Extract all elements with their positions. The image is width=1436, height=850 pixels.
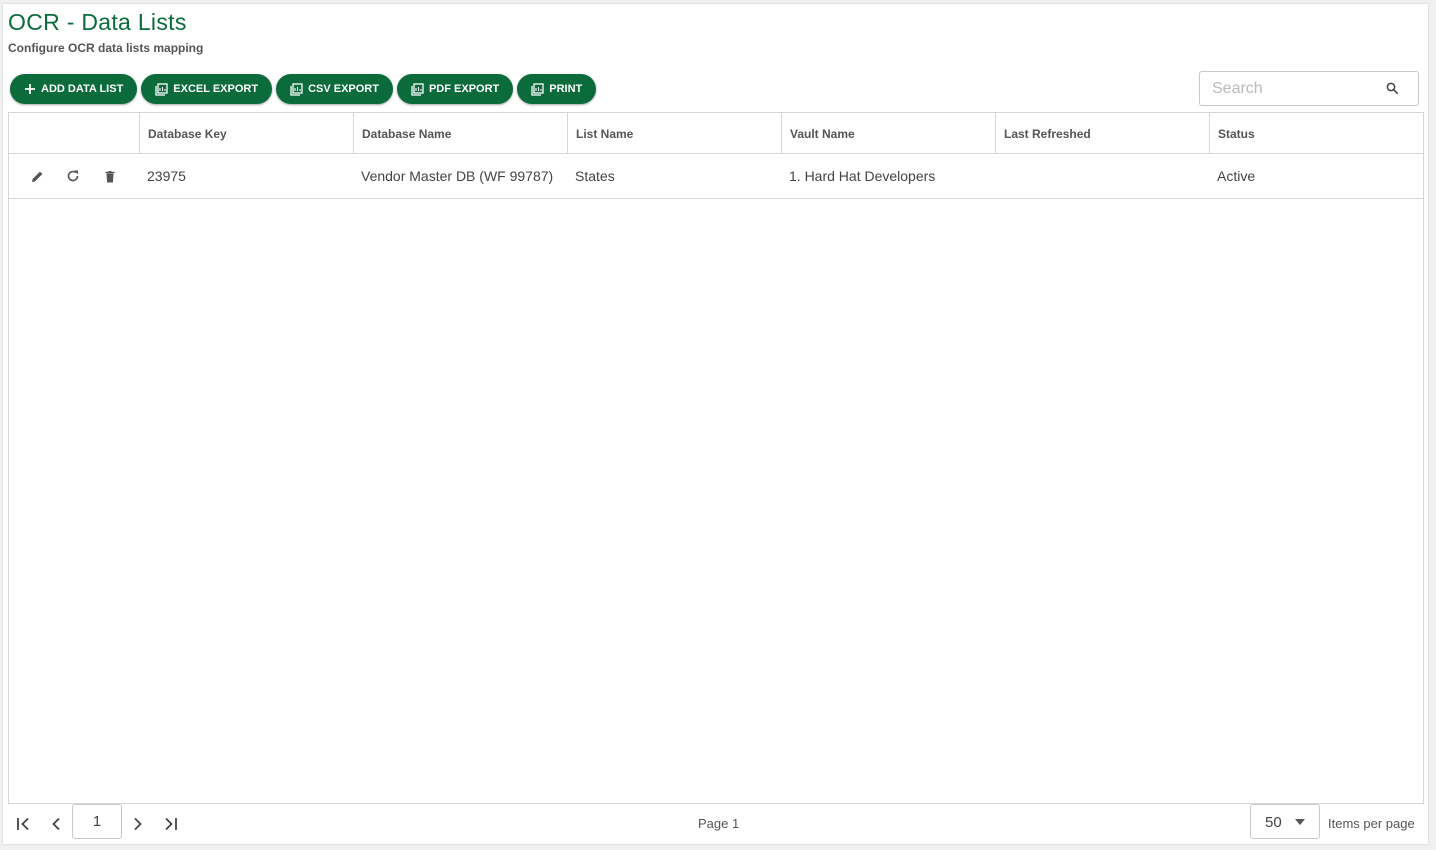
export-icon: [411, 82, 424, 96]
cell-list-name: States: [575, 168, 615, 184]
table-row[interactable]: 23975 Vendor Master DB (WF 99787) States…: [9, 154, 1423, 199]
export-icon: [531, 82, 544, 96]
column-header-list-name[interactable]: List Name: [567, 113, 781, 154]
plus-icon: [25, 84, 35, 94]
toolbar: ADD DATA LIST EXCEL EXPORT CSV EXPORT PD…: [10, 74, 597, 104]
cell-status: Active: [1217, 168, 1256, 184]
search-icon[interactable]: [1386, 82, 1399, 95]
cell-database-name: Vendor Master DB (WF 99787): [353, 154, 567, 198]
csv-export-button[interactable]: CSV EXPORT: [276, 74, 393, 104]
cell-last-refreshed: [995, 154, 1209, 198]
last-page-icon[interactable]: [160, 814, 180, 834]
first-page-icon[interactable]: [14, 814, 34, 834]
print-label: PRINT: [549, 83, 583, 95]
excel-export-button[interactable]: EXCEL EXPORT: [141, 74, 273, 104]
pdf-export-button[interactable]: PDF EXPORT: [396, 74, 514, 104]
chevron-left-icon[interactable]: [46, 814, 66, 834]
data-grid: Database Key Database Name List Name Vau…: [8, 112, 1424, 804]
cell-vault-name: 1. Hard Hat Developers: [789, 168, 936, 184]
pencil-icon[interactable]: [29, 168, 45, 184]
export-icon: [290, 82, 303, 96]
csv-export-label: CSV EXPORT: [308, 83, 379, 95]
items-per-page-label: Items per page: [1328, 816, 1415, 831]
items-per-page-value: 50: [1265, 814, 1282, 831]
grid-header: Database Key Database Name List Name Vau…: [9, 113, 1423, 154]
caret-down-icon: [1295, 819, 1305, 825]
cell-database-name-text: Vendor Master DB (WF 99787): [361, 168, 554, 184]
search-box: [1199, 71, 1419, 106]
column-header-database-name[interactable]: Database Name: [353, 113, 567, 154]
excel-export-label: EXCEL EXPORT: [173, 83, 259, 95]
items-per-page-select[interactable]: 50: [1250, 804, 1320, 839]
search-input[interactable]: [1212, 78, 1382, 100]
add-data-list-label: ADD DATA LIST: [41, 83, 124, 95]
trash-icon[interactable]: [102, 168, 118, 184]
page-label: Page 1: [698, 816, 740, 831]
pagination-bar: Page 1 50 Items per page: [8, 804, 1424, 842]
column-header-status[interactable]: Status: [1209, 113, 1423, 154]
pdf-export-label: PDF EXPORT: [428, 83, 500, 95]
export-icon: [155, 82, 168, 96]
page-subtitle: Configure OCR data lists mapping: [8, 41, 204, 55]
add-data-list-button[interactable]: ADD DATA LIST: [10, 74, 138, 104]
chevron-right-icon[interactable]: [128, 814, 148, 834]
column-header-vault-name[interactable]: Vault Name: [781, 113, 995, 154]
column-header-database-key[interactable]: Database Key: [139, 113, 353, 154]
cell-database-key: 23975: [147, 168, 186, 184]
column-header-last-refreshed[interactable]: Last Refreshed: [995, 113, 1209, 154]
main-panel: OCR - Data Lists Configure OCR data list…: [3, 4, 1428, 844]
print-button[interactable]: PRINT: [517, 74, 597, 104]
refresh-icon[interactable]: [65, 168, 81, 184]
page-title: OCR - Data Lists: [8, 9, 187, 35]
page-number-input[interactable]: [72, 804, 122, 839]
